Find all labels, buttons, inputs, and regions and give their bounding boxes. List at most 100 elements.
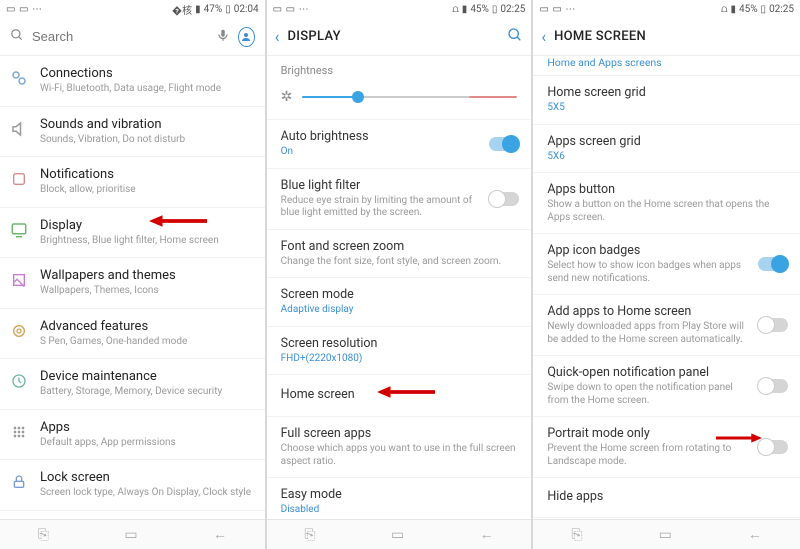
settings-row-apps[interactable]: Apps Default apps, App permissions: [0, 410, 265, 461]
row-sub: Sounds, Vibration, Do not disturb: [40, 134, 255, 147]
row-sub: Block, allow, prioritise: [40, 184, 255, 197]
row-sub: Show a button on the Home screen that op…: [547, 199, 786, 224]
toggle-add-apps[interactable]: [758, 318, 788, 332]
toggle-portrait-only[interactable]: [758, 440, 788, 454]
signal-icon: ▮: [195, 4, 201, 15]
row-sub: Prevent the Home screen from rotating to…: [547, 443, 786, 468]
battery-icon: ▯: [492, 4, 498, 15]
nav-home[interactable]: ▭: [391, 527, 404, 543]
clock: 02:25: [500, 4, 525, 15]
nav-back[interactable]: ←: [748, 526, 762, 543]
settings-row-connections[interactable]: ConnectionsWi-Fi, Bluetooth, Data usage,…: [0, 56, 265, 107]
top-link[interactable]: Home and Apps screens: [533, 56, 800, 75]
row-title: Portrait mode only: [547, 426, 786, 441]
row-title: Screen resolution: [281, 336, 518, 351]
row-auto-brightness[interactable]: Auto brightness On: [267, 120, 532, 169]
apps-icon: [8, 421, 30, 443]
row-portrait-only[interactable]: Portrait mode only Prevent the Home scre…: [533, 417, 800, 478]
row-easy-mode[interactable]: Easy mode Disabled: [267, 478, 532, 519]
battery-pct: 45%: [470, 4, 489, 15]
row-home-screen[interactable]: Home screen: [267, 375, 532, 417]
brightness-slider[interactable]: [302, 96, 517, 98]
row-app-icon-badges[interactable]: App icon badges Select how to show icon …: [533, 234, 800, 295]
settings-row-sounds[interactable]: Sounds and vibration Sounds, Vibration, D…: [0, 107, 265, 158]
mic-icon[interactable]: [216, 28, 230, 45]
settings-row-notifications[interactable]: NotificationsBlock, allow, prioritise: [0, 157, 265, 208]
account-icon[interactable]: [238, 27, 255, 47]
header: ‹ HOME SCREEN: [533, 18, 800, 56]
row-hide-apps[interactable]: Hide apps: [533, 478, 800, 518]
header-title: HOME SCREEN: [554, 29, 646, 44]
nav-home[interactable]: ▭: [659, 527, 672, 543]
row-blue-light[interactable]: Blue light filter Reduce eye strain by l…: [267, 169, 532, 230]
row-home-grid[interactable]: Home screen grid 5X5: [533, 76, 800, 125]
nav-back[interactable]: ←: [213, 526, 227, 543]
status-icon: ▭: [539, 4, 549, 14]
display-icon: [8, 219, 30, 241]
status-icon: ⋯: [32, 4, 42, 14]
row-full-screen-apps[interactable]: Full screen apps Choose which apps you w…: [267, 417, 532, 478]
row-title: Home screen: [281, 387, 518, 402]
search-icon[interactable]: [507, 27, 523, 46]
row-font-zoom[interactable]: Font and screen zoom Change the font siz…: [267, 230, 532, 279]
row-title: Screen mode: [281, 287, 518, 302]
nav-recent[interactable]: ⎘: [304, 527, 315, 543]
nav-home[interactable]: ▭: [124, 527, 137, 543]
toggle-quick-panel[interactable]: [758, 379, 788, 393]
wifi-icon: �核: [172, 2, 192, 17]
row-screen-resolution[interactable]: Screen resolution FHD+(2220x1080): [267, 327, 532, 376]
status-bar: ▭▭⋯ ⩍▮45%▯02:25: [267, 0, 532, 18]
settings-row-biometrics[interactable]: Biometrics and securityIntelligent Scan,…: [0, 511, 265, 520]
row-sub: Reduce eye strain by limiting the amount…: [281, 195, 518, 220]
row-sub: Change the font size, font style, and sc…: [281, 256, 518, 269]
nav-recent[interactable]: ⎘: [38, 527, 49, 543]
row-title: Display: [40, 218, 255, 233]
row-about-home[interactable]: About Home screen: [533, 518, 800, 519]
signal-icon: ▮: [462, 4, 468, 15]
back-button[interactable]: ‹: [275, 27, 280, 46]
notifications-icon: [8, 168, 30, 190]
row-sub: S Pen, Games, One-handed mode: [40, 336, 255, 349]
wifi-icon: ⩍: [452, 4, 459, 15]
maintenance-icon: [8, 370, 30, 392]
settings-row-lockscreen[interactable]: Lock screenScreen lock type, Always On D…: [0, 460, 265, 511]
battery-pct: 47%: [204, 4, 223, 15]
status-icon: ⋯: [565, 4, 575, 14]
row-add-apps-home[interactable]: Add apps to Home screen Newly downloaded…: [533, 295, 800, 356]
search-input[interactable]: [32, 29, 208, 44]
row-sub: Brightness, Blue light filter, Home scre…: [40, 235, 255, 248]
toggle-icon-badges[interactable]: [758, 257, 788, 271]
search-bar[interactable]: [0, 18, 265, 56]
row-screen-mode[interactable]: Screen mode Adaptive display: [267, 278, 532, 327]
row-sub: Default apps, App permissions: [40, 437, 255, 450]
row-title: Connections: [40, 66, 255, 81]
nav-bar: ⎘ ▭ ←: [0, 519, 265, 549]
toggle-blue-light[interactable]: [489, 192, 519, 206]
row-apps-grid[interactable]: Apps screen grid 5X6: [533, 125, 800, 174]
battery-icon: ▯: [761, 4, 767, 15]
row-title: Full screen apps: [281, 426, 518, 441]
row-quick-open-panel[interactable]: Quick-open notification panel Swipe down…: [533, 356, 800, 417]
settings-row-wallpapers[interactable]: Wallpapers and themesWallpapers, Themes,…: [0, 258, 265, 309]
settings-row-display[interactable]: Display Brightness, Blue light filter, Ho…: [0, 208, 265, 259]
toggle-auto-brightness[interactable]: [489, 137, 519, 151]
brightness-slider-row[interactable]: ✲: [267, 79, 532, 120]
row-title: Blue light filter: [281, 178, 518, 193]
nav-back[interactable]: ←: [480, 526, 494, 543]
row-title: Font and screen zoom: [281, 239, 518, 254]
panel-display: ▭▭⋯ ⩍▮45%▯02:25 ‹ DISPLAY Brightness ✲ A…: [267, 0, 534, 549]
back-button[interactable]: ‹: [541, 27, 546, 46]
row-title: Lock screen: [40, 470, 255, 485]
row-sub: On: [281, 146, 518, 159]
row-title: Apps: [40, 420, 255, 435]
row-sub: Wallpapers, Themes, Icons: [40, 285, 255, 298]
settings-row-advanced[interactable]: Advanced featuresS Pen, Games, One-hande…: [0, 309, 265, 360]
status-icon: ▭: [552, 4, 562, 14]
row-title: Easy mode: [281, 487, 518, 502]
row-sub: Adaptive display: [281, 304, 518, 317]
row-title: Sounds and vibration: [40, 117, 255, 132]
row-sub: 5X6: [547, 151, 786, 164]
row-apps-button[interactable]: Apps button Show a button on the Home sc…: [533, 173, 800, 234]
settings-row-maintenance[interactable]: Device maintenanceBattery, Storage, Memo…: [0, 359, 265, 410]
nav-recent[interactable]: ⎘: [571, 527, 582, 543]
